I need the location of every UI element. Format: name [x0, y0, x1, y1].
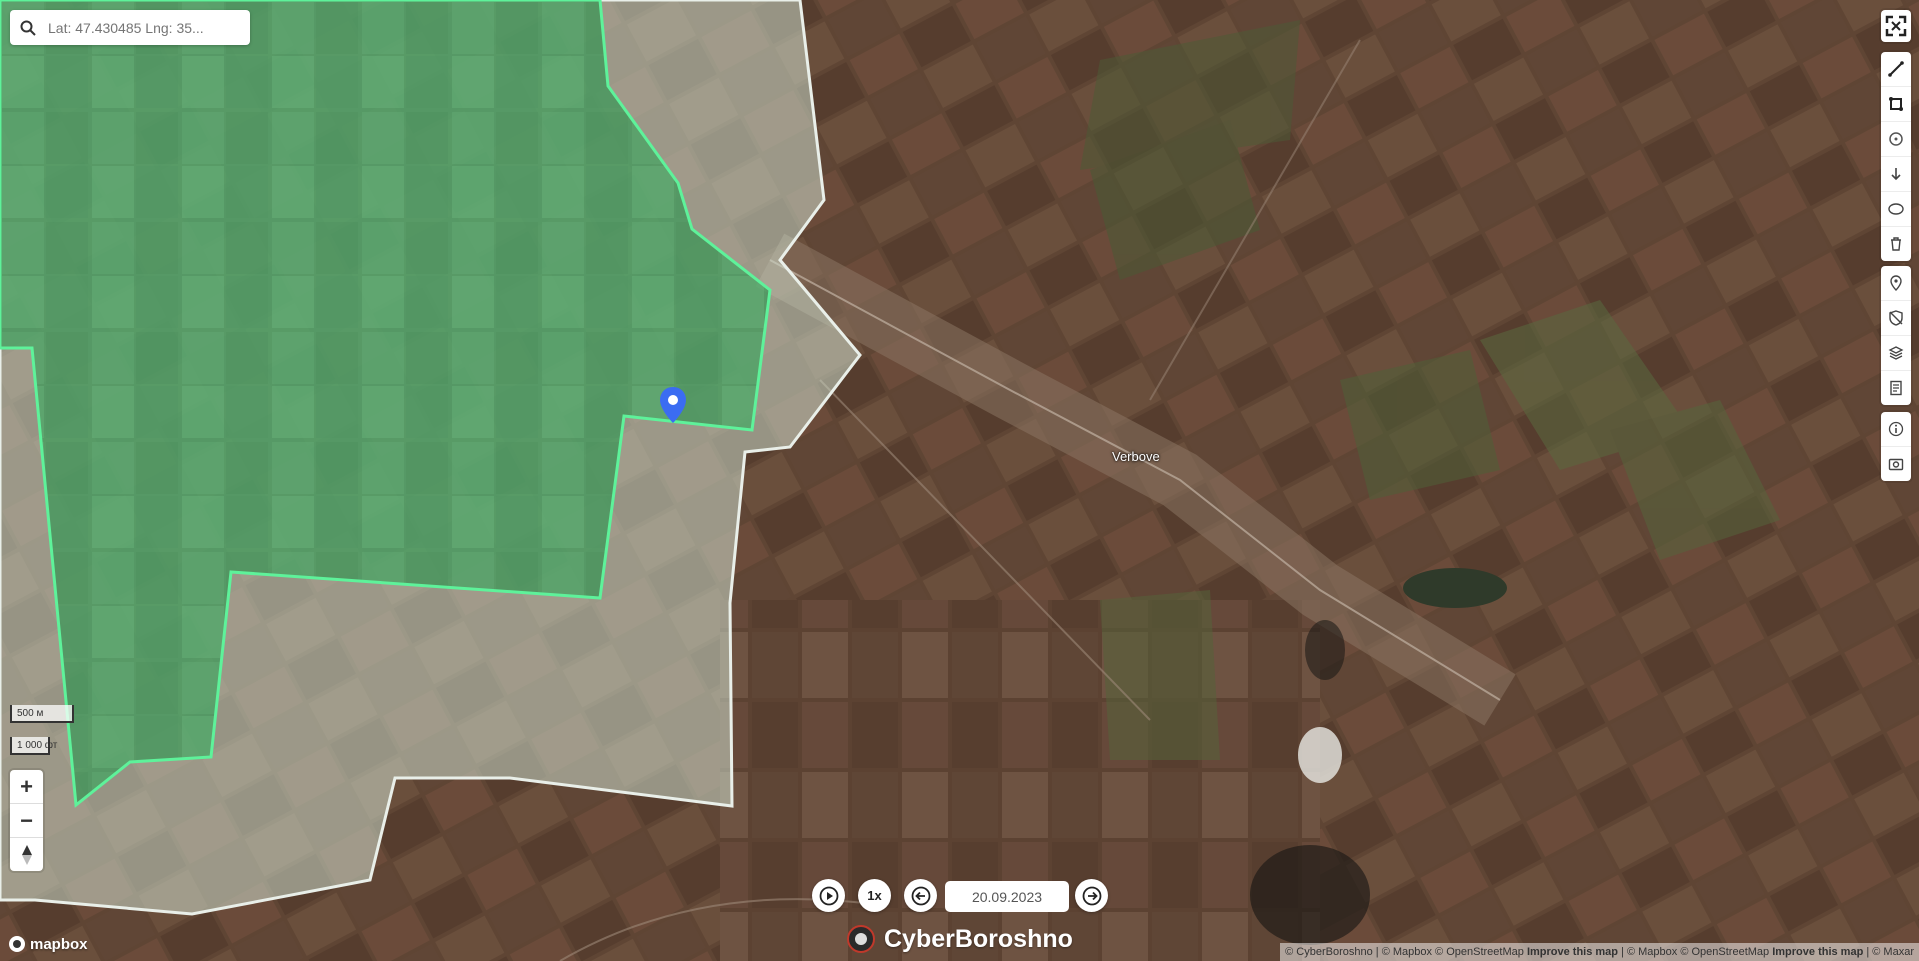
mapbox-logo[interactable]: mapbox — [8, 935, 88, 953]
fullscreen-icon — [1885, 15, 1907, 37]
draw-polygon-button[interactable] — [1881, 87, 1911, 122]
improve-map-link-1[interactable]: Improve this map — [1527, 946, 1618, 958]
map-pin-icon[interactable] — [659, 386, 687, 424]
screenshot-icon — [1888, 458, 1904, 471]
info-button[interactable] — [1881, 412, 1911, 447]
info-icon — [1888, 421, 1904, 437]
play-icon — [819, 886, 838, 905]
coordinate-search-input[interactable] — [46, 18, 240, 37]
attribution-text-1: © CyberBoroshno | © Mapbox © OpenStreetM… — [1285, 946, 1527, 958]
report-button[interactable] — [1881, 371, 1911, 405]
improve-map-link-2[interactable]: Improve this map — [1772, 946, 1863, 958]
draw-arrow-button[interactable] — [1881, 157, 1911, 192]
draw-ellipse-button[interactable] — [1881, 192, 1911, 227]
satellite-map[interactable] — [0, 0, 1919, 961]
toggle-shield-button[interactable] — [1881, 301, 1911, 336]
add-pin-button[interactable] — [1881, 266, 1911, 301]
brand-emblem-icon — [847, 925, 875, 953]
circle-icon — [1889, 132, 1903, 146]
compass-icon — [21, 844, 32, 865]
arrow-left-circle-icon — [911, 886, 930, 905]
zoom-in-button[interactable]: + — [10, 770, 43, 804]
screenshot-button[interactable] — [1881, 447, 1911, 481]
attribution-text-3: | © Maxar — [1863, 946, 1914, 958]
next-date-button[interactable] — [1075, 879, 1108, 912]
layers-icon — [1888, 346, 1904, 360]
attribution-bar: © CyberBoroshno | © Mapbox © OpenStreetM… — [1280, 943, 1919, 961]
pin-icon — [1890, 275, 1902, 291]
place-label-verbove: Verbove — [1112, 449, 1160, 464]
compass-button[interactable] — [10, 838, 43, 871]
arrow-right-circle-icon — [1082, 886, 1101, 905]
document-icon — [1890, 380, 1902, 396]
polygon-icon — [1889, 97, 1903, 111]
arrow-down-icon — [1891, 168, 1901, 181]
previous-date-button[interactable] — [904, 879, 937, 912]
search-icon — [20, 20, 36, 36]
brand-logo: CyberBoroshno — [846, 923, 1073, 955]
play-button[interactable] — [812, 879, 845, 912]
info-toolbar — [1881, 412, 1911, 481]
layers-button[interactable] — [1881, 336, 1911, 371]
brand-name: CyberBoroshno — [884, 924, 1073, 953]
fullscreen-button[interactable] — [1881, 10, 1911, 42]
attribution-text-2: | © Mapbox © OpenStreetMap — [1618, 946, 1773, 958]
layer-toolbar — [1881, 266, 1911, 405]
scale-metric: 500 м — [10, 705, 74, 723]
draw-line-button[interactable] — [1881, 52, 1911, 87]
line-icon — [1888, 61, 1904, 77]
search-box[interactable] — [10, 10, 250, 45]
ellipse-icon — [1888, 203, 1904, 215]
shield-icon — [1889, 310, 1903, 326]
mapbox-label: mapbox — [30, 935, 88, 953]
speed-button[interactable]: 1x — [858, 879, 891, 912]
draw-circle-button[interactable] — [1881, 122, 1911, 157]
draw-toolbar — [1881, 52, 1911, 261]
zoom-out-button[interactable]: − — [10, 804, 43, 838]
scale-imperial: 1 000 фт — [10, 737, 57, 755]
trash-icon — [1891, 237, 1901, 251]
zoom-control: + − — [10, 770, 43, 871]
date-field[interactable]: 20.09.2023 — [945, 881, 1069, 912]
delete-button[interactable] — [1881, 227, 1911, 261]
mapbox-icon — [9, 936, 25, 952]
